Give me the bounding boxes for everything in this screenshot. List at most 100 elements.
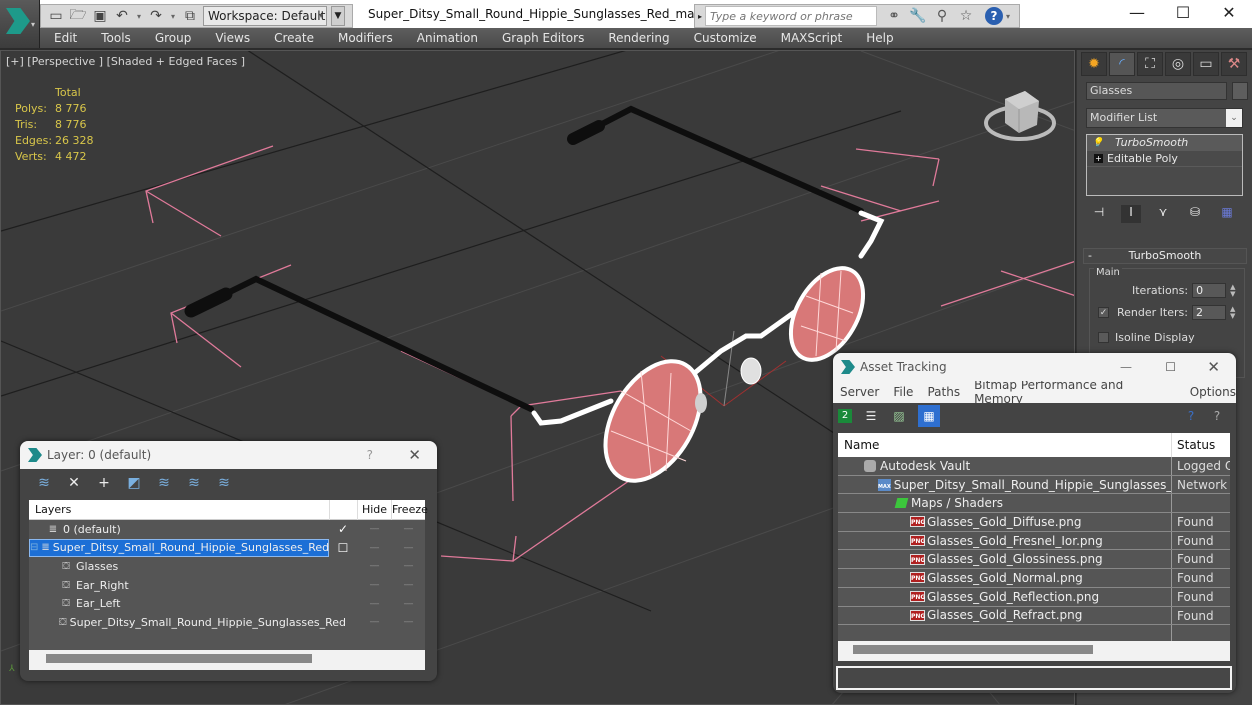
help-icon[interactable]: ?	[1182, 407, 1200, 425]
undo-icon[interactable]: ↶	[113, 7, 131, 25]
horizontal-scrollbar[interactable]	[29, 650, 425, 670]
hide-toggle[interactable]: ----	[357, 580, 391, 590]
close-button[interactable]: ✕	[1206, 0, 1252, 28]
minimize-button[interactable]: —	[1114, 0, 1160, 28]
expand-plus-icon[interactable]: +	[1094, 154, 1103, 163]
menu-maxscript[interactable]: MAXScript	[781, 31, 843, 45]
object-row[interactable]: ⛋ Glasses ---- ----	[29, 557, 425, 576]
hide-toggle[interactable]: ----	[357, 561, 391, 571]
asset-row[interactable]: PNG Glasses_Gold_Fresnel_Ior.png Found	[838, 531, 1230, 551]
thumbnail-view-icon[interactable]: ▨	[890, 407, 908, 425]
application-menu-button[interactable]: ▾	[0, 0, 40, 48]
object-name-field[interactable]: Glasses	[1086, 82, 1227, 100]
freeze-toggle[interactable]: ----	[391, 524, 425, 534]
remove-modifier-icon[interactable]: ⛁	[1185, 205, 1205, 223]
new-file-icon[interactable]: ▭	[47, 7, 65, 25]
render-iters-spinner[interactable]: 2	[1191, 305, 1226, 320]
stack-item-turbosmooth[interactable]: 💡 TurboSmooth	[1087, 135, 1242, 151]
menu-bitmap-performance[interactable]: Bitmap Performance and Memory	[974, 378, 1176, 406]
minimize-button[interactable]: —	[1120, 360, 1132, 374]
asset-row[interactable]: PNG Glasses_Gold_Normal.png Found	[838, 569, 1230, 588]
layer-row[interactable]: ≣ 0 (default) ✓ ---- ----	[29, 520, 425, 539]
maximize-button[interactable]: ☐	[1160, 0, 1206, 28]
close-button[interactable]: ✕	[408, 446, 421, 464]
object-row[interactable]: ⛋ Ear_Right ---- ----	[29, 576, 425, 595]
pin-stack-icon[interactable]: ⊣	[1089, 205, 1109, 223]
asset-row[interactable]: PNG Glasses_Gold_Reflection.png Found	[838, 587, 1230, 607]
menu-paths[interactable]: Paths	[927, 385, 960, 399]
customize-toolbar-button[interactable]: ▼	[331, 6, 345, 26]
menu-rendering[interactable]: Rendering	[608, 31, 669, 45]
asset-row[interactable]: Maps / Shaders	[838, 494, 1230, 514]
stack-item-editable-poly[interactable]: + Editable Poly	[1087, 151, 1242, 167]
spinner-arrows-icon[interactable]: ▲ ▼	[1230, 305, 1235, 320]
asset-row[interactable]: PNG Glasses_Gold_Glossiness.png Found	[838, 550, 1230, 570]
communication-center-icon[interactable]: ⚲	[933, 8, 951, 24]
maximize-button[interactable]: ☐	[1165, 360, 1176, 374]
tab-hierarchy[interactable]: ⛶	[1137, 52, 1163, 76]
freeze-toggle[interactable]: ----	[391, 617, 425, 627]
menu-customize[interactable]: Customize	[694, 31, 757, 45]
asset-dialog-titlebar[interactable]: Asset Tracking — ☐ ✕	[833, 353, 1236, 381]
menu-group[interactable]: Group	[155, 31, 192, 45]
asset-row[interactable]: PNG Glasses_Gold_Refract.png Found	[838, 606, 1230, 626]
layer-row-selected[interactable]: ⊟ ≣ Super_Ditsy_Small_Round_Hippie_Sunglas…	[29, 538, 425, 558]
undo-dropdown-icon[interactable]: ▾	[135, 7, 143, 25]
current-layer-check-icon[interactable]: ✓	[329, 522, 357, 536]
expand-arrow-icon[interactable]: ▸	[695, 12, 705, 21]
menu-options[interactable]: Options	[1190, 385, 1236, 399]
tab-modify[interactable]: ◜	[1109, 52, 1135, 76]
menu-edit[interactable]: Edit	[54, 31, 77, 45]
object-row[interactable]: ⛋ Super_Ditsy_Small_Round_Hippie_Sunglass…	[29, 613, 425, 632]
project-folder-icon[interactable]: ⧉	[181, 7, 199, 25]
render-iters-checkbox[interactable]: ✓	[1098, 307, 1109, 318]
layer-dialog-titlebar[interactable]: Layer: 0 (default) ? ✕	[20, 441, 437, 469]
horizontal-scrollbar[interactable]	[838, 641, 1230, 661]
redo-icon[interactable]: ↷	[147, 7, 165, 25]
add-to-layer-icon[interactable]: +	[96, 475, 112, 491]
turbosmooth-rollout-header[interactable]: - TurboSmooth	[1083, 248, 1247, 264]
tab-motion[interactable]: ◎	[1165, 52, 1191, 76]
viewport-label-menu[interactable]: [+] [Perspective ] [Shaded + Edged Faces…	[6, 55, 245, 68]
column-hide[interactable]: Hide	[357, 499, 391, 520]
menu-modifiers[interactable]: Modifiers	[338, 31, 393, 45]
asset-path-field[interactable]	[836, 666, 1232, 690]
select-in-layer-icon[interactable]: ◩	[126, 475, 142, 491]
hide-toggle[interactable]: ----	[357, 524, 391, 534]
freeze-toggle[interactable]: ----	[391, 543, 425, 553]
menu-graph-editors[interactable]: Graph Editors	[502, 31, 584, 45]
redo-dropdown-icon[interactable]: ▾	[169, 7, 177, 25]
help-button[interactable]: ?	[367, 448, 373, 462]
close-button[interactable]: ✕	[1207, 358, 1220, 376]
settings-help-icon[interactable]: ?	[1208, 407, 1226, 425]
asset-row[interactable]: MAX Super_Ditsy_Small_Round_Hippie_Sungla…	[838, 475, 1230, 495]
delete-layer-icon[interactable]: ✕	[66, 475, 82, 491]
scrollbar-thumb[interactable]	[853, 645, 1093, 654]
highlight-selected-icon[interactable]: ≋	[156, 475, 172, 491]
asset-row[interactable]: Autodesk Vault Logged Out	[838, 457, 1230, 476]
create-layer-icon[interactable]: ≋	[36, 475, 52, 491]
freeze-toggle[interactable]: ----	[391, 599, 425, 609]
asset-row[interactable]: PNG Glasses_Gold_Diffuse.png Found	[838, 513, 1230, 532]
table-view-icon[interactable]: ▦	[918, 405, 940, 427]
help-dropdown-icon[interactable]: ▾	[1006, 12, 1010, 21]
hide-toggle[interactable]: ----	[357, 617, 391, 627]
menu-server[interactable]: Server	[840, 385, 879, 399]
tab-utilities[interactable]: ⚒	[1221, 52, 1247, 76]
hide-toggle[interactable]: ----	[357, 599, 391, 609]
binoculars-icon[interactable]: ⚭	[885, 8, 903, 24]
list-view-icon[interactable]: ☰	[862, 407, 880, 425]
refresh-icon[interactable]: 2	[838, 409, 852, 423]
column-current[interactable]	[329, 499, 357, 520]
iterations-spinner[interactable]: 0	[1192, 283, 1227, 298]
menu-animation[interactable]: Animation	[417, 31, 478, 45]
current-layer-box-icon[interactable]: ☐	[329, 541, 357, 555]
wrench-icon[interactable]: 🔧	[909, 8, 927, 24]
object-row[interactable]: ⛋ Ear_Left ---- ----	[29, 594, 425, 613]
tab-display[interactable]: ▭	[1193, 52, 1219, 76]
menu-tools[interactable]: Tools	[101, 31, 131, 45]
freeze-toggle[interactable]: ----	[391, 580, 425, 590]
menu-file[interactable]: File	[893, 385, 913, 399]
collapse-box-icon[interactable]: ⊟	[30, 542, 38, 553]
show-end-result-icon[interactable]: I	[1121, 205, 1141, 223]
